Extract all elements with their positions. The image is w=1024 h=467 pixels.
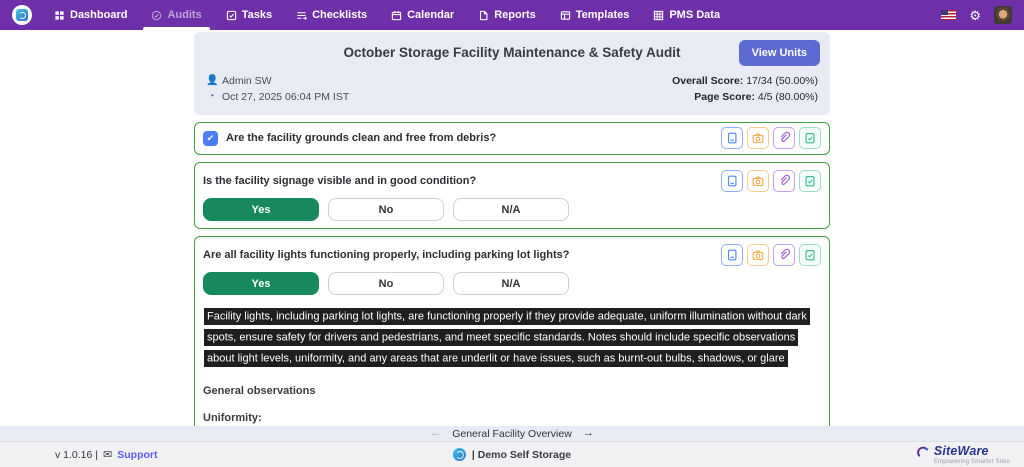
question-checkbox[interactable]: ✔ (203, 131, 218, 146)
camera-icon[interactable] (747, 244, 769, 266)
page-navigation-bar: ← General Facility Overview → (0, 426, 1024, 441)
nav-label: Checklists (312, 9, 367, 21)
language-flag-icon[interactable] (941, 10, 956, 20)
siteware-brand-name: SiteWare (934, 445, 989, 458)
calendar-icon (391, 10, 402, 21)
mail-icon: ✉ (103, 448, 112, 461)
nav-label: Dashboard (70, 9, 127, 21)
question-text: Are the facility grounds clean and free … (226, 132, 496, 144)
next-page-arrow-icon[interactable]: → (583, 428, 594, 439)
audit-header-card: October Storage Facility Maintenance & S… (194, 32, 830, 115)
app-logo-icon (16, 9, 28, 21)
audit-check-circle-icon (151, 10, 162, 21)
auditor-name: Admin SW (222, 73, 272, 89)
nav-item-audits[interactable]: Audits (151, 0, 201, 30)
top-navbar: Dashboard Audits Tasks Checklists Calend… (0, 0, 1024, 30)
nav-label: Audits (167, 9, 201, 21)
attachment-paperclip-icon[interactable] (773, 170, 795, 192)
nav-item-tasks[interactable]: Tasks (226, 0, 272, 30)
company-name: | Demo Self Storage (472, 449, 571, 461)
nav-label: Reports (494, 9, 536, 21)
page-title: October Storage Facility Maintenance & S… (206, 45, 818, 60)
siteware-tagline: Empowering Smarter Sites (934, 459, 1010, 465)
nav-label: Tasks (242, 9, 272, 21)
question-card-3: Are all facility lights functioning prop… (194, 236, 830, 426)
task-checkbox-icon (226, 10, 237, 21)
question-text: Are all facility lights functioning prop… (203, 249, 569, 261)
notes-icon[interactable] (721, 244, 743, 266)
dashboard-icon (54, 10, 65, 21)
nav-label: Templates (576, 9, 630, 21)
support-link[interactable]: Support (117, 449, 157, 461)
audit-datetime: Oct 27, 2025 06:04 PM IST (222, 89, 349, 105)
overall-score: Overall Score: 17/34 (50.00%) (672, 73, 818, 89)
navbar-right: ⚙ (941, 6, 1012, 24)
settings-gear-icon[interactable]: ⚙ (969, 9, 981, 22)
nav-item-dashboard[interactable]: Dashboard (54, 0, 127, 30)
create-task-icon[interactable] (799, 127, 821, 149)
nav-item-templates[interactable]: Templates (560, 0, 630, 30)
template-icon (560, 10, 571, 21)
app-logo[interactable] (12, 5, 32, 25)
nav-item-calendar[interactable]: Calendar (391, 0, 454, 30)
report-document-icon (478, 10, 489, 21)
question-card-2: Is the facility signage visible and in g… (194, 162, 830, 229)
create-task-icon[interactable] (799, 244, 821, 266)
highlighted-guidance-text: Facility lights, including parking lot l… (204, 306, 820, 370)
user-avatar[interactable] (994, 6, 1012, 24)
siteware-logo-icon (916, 446, 930, 463)
clock-icon: ◔ (206, 89, 217, 105)
nav-item-checklists[interactable]: Checklists (296, 0, 367, 30)
question-card-1: ✔ Are the facility grounds clean and fre… (194, 122, 830, 155)
option-na[interactable]: N/A (453, 272, 569, 295)
page-score: Page Score: 4/5 (80.00%) (672, 89, 818, 105)
nav-label: PMS Data (669, 9, 720, 21)
camera-icon[interactable] (747, 127, 769, 149)
option-no[interactable]: No (328, 272, 444, 295)
siteware-brand[interactable]: SiteWare Empowering Smarter Sites (916, 445, 1010, 465)
option-na[interactable]: N/A (453, 198, 569, 221)
attachment-paperclip-icon[interactable] (773, 244, 795, 266)
nav-item-reports[interactable]: Reports (478, 0, 536, 30)
data-table-icon (653, 10, 664, 21)
checklist-icon (296, 10, 307, 21)
current-page-name: General Facility Overview (452, 428, 572, 440)
view-units-button[interactable]: View Units (739, 40, 820, 66)
option-yes[interactable]: Yes (203, 198, 319, 221)
main-content: October Storage Facility Maintenance & S… (0, 30, 1024, 426)
option-yes[interactable]: Yes (203, 272, 319, 295)
footer: v 1.0.16 | ✉ Support | Demo Self Storage… (0, 441, 1024, 467)
note-heading: General observations (203, 385, 821, 397)
checkmark-icon: ✔ (207, 133, 215, 144)
previous-page-arrow-icon[interactable]: ← (430, 428, 441, 439)
nav-menu: Dashboard Audits Tasks Checklists Calend… (54, 0, 720, 30)
app-version: v 1.0.16 | (55, 449, 98, 461)
question-text: Is the facility signage visible and in g… (203, 175, 476, 187)
nav-item-pms-data[interactable]: PMS Data (653, 0, 720, 30)
notes-icon[interactable] (721, 127, 743, 149)
company-logo-icon (453, 448, 466, 461)
attachment-paperclip-icon[interactable] (773, 127, 795, 149)
option-no[interactable]: No (328, 198, 444, 221)
note-heading: Uniformity: (203, 412, 821, 424)
nav-label: Calendar (407, 9, 454, 21)
user-icon: 👤 (206, 73, 217, 89)
notes-icon[interactable] (721, 170, 743, 192)
camera-icon[interactable] (747, 170, 769, 192)
create-task-icon[interactable] (799, 170, 821, 192)
